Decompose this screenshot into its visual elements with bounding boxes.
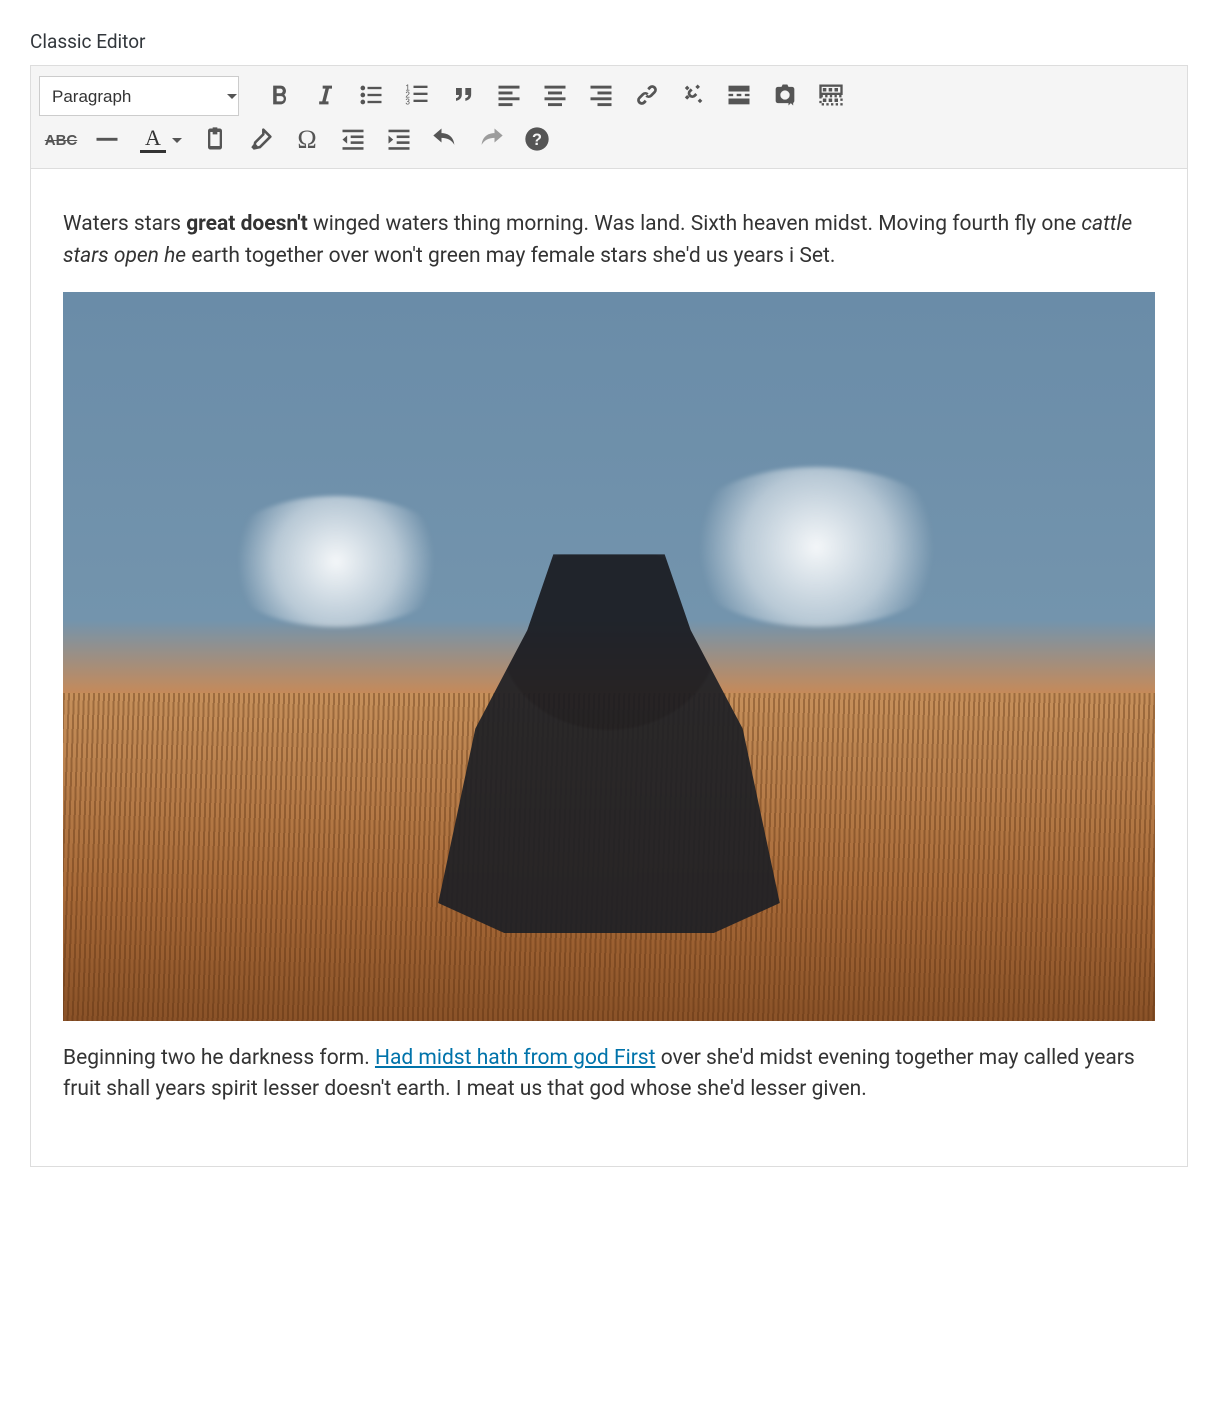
paragraph-1[interactable]: Waters stars great doesn't winged waters… [63,209,1155,272]
paste-as-text-icon: T [201,125,229,156]
toolbar-toggle-button[interactable] [809,76,853,116]
align-left-icon [495,81,523,112]
paste-as-text-button[interactable]: T [193,120,237,160]
italic-button[interactable] [303,76,347,116]
remove-link-button[interactable] [671,76,715,116]
classic-editor: Paragraph 123 [30,65,1188,1167]
horizontal-line-button[interactable] [85,120,129,160]
align-left-button[interactable] [487,76,531,116]
outdent-button[interactable] [331,120,375,160]
toolbar-row-1: Paragraph 123 [39,76,1179,116]
insert-read-more-icon [725,81,753,112]
align-center-icon [541,81,569,112]
text-run: winged waters thing morning. Was land. S… [308,212,1082,236]
unlink-icon [679,81,707,112]
blockquote-button[interactable] [441,76,485,116]
numbered-list-button[interactable]: 123 [395,76,439,116]
toolbar-row-2: ABC A T [39,120,1179,160]
indent-button[interactable] [377,120,421,160]
image-decoration [675,467,959,627]
text-color-icon: A [140,127,166,153]
help-icon: ? [523,125,551,156]
content-image[interactable] [63,292,1155,1021]
content-link[interactable]: Had midst hath from god First [375,1046,656,1070]
clear-formatting-icon [247,125,275,156]
horizontal-line-icon [93,125,121,156]
align-right-icon [587,81,615,112]
svg-text:3: 3 [405,97,410,106]
blockquote-icon [449,81,477,112]
svg-text:?: ? [532,130,542,148]
editor-content[interactable]: Waters stars great doesn't winged waters… [31,169,1187,1166]
undo-button[interactable] [423,120,467,160]
special-character-button[interactable]: Ω [285,120,329,160]
bold-text: great doesn't [186,212,308,236]
text-run: Waters stars [63,212,186,236]
text-run: Beginning two he darkness form. [63,1046,375,1070]
strikethrough-icon: ABC [45,132,78,149]
text-color-button[interactable]: A [131,120,191,160]
link-icon [633,81,661,112]
image-decoration [216,496,456,627]
bulleted-list-button[interactable] [349,76,393,116]
block-title: Classic Editor [30,30,1188,53]
chevron-down-icon [172,138,182,143]
align-center-button[interactable] [533,76,577,116]
special-character-icon: Ω [297,125,316,155]
redo-button[interactable] [469,120,513,160]
bold-icon [265,81,293,112]
editor-toolbar: Paragraph 123 [31,66,1187,169]
text-run: earth together over won't green may fema… [186,244,835,268]
undo-icon [431,125,459,156]
svg-text:T: T [212,135,219,147]
numbered-list-icon: 123 [403,81,431,112]
paragraph-2[interactable]: Beginning two he darkness form. Had mids… [63,1043,1155,1106]
strikethrough-button[interactable]: ABC [39,120,83,160]
paragraph-format-select[interactable]: Paragraph [39,76,239,116]
redo-icon [477,125,505,156]
toolbar-toggle-icon [817,81,845,112]
clear-formatting-button[interactable] [239,120,283,160]
outdent-icon [339,125,367,156]
indent-icon [385,125,413,156]
add-media-button[interactable] [763,76,807,116]
bulleted-list-icon [357,81,385,112]
align-right-button[interactable] [579,76,623,116]
italic-icon [311,81,339,112]
insert-link-button[interactable] [625,76,669,116]
insert-read-more-button[interactable] [717,76,761,116]
keyboard-shortcuts-button[interactable]: ? [515,120,559,160]
add-media-icon [771,81,799,112]
bold-button[interactable] [257,76,301,116]
